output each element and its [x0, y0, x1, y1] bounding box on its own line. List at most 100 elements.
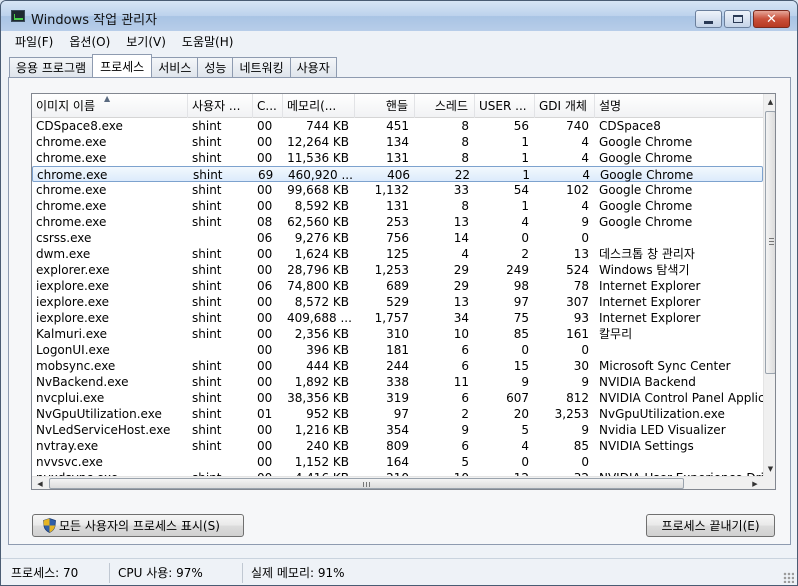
column-gdi-objects[interactable]: GDI 개체: [535, 94, 595, 118]
table-row[interactable]: chrome.exe shint 00 99,668 KB 1,132 33 54 102 Go…: [32, 182, 763, 198]
table-row[interactable]: iexplore.exe shint 06 74,800 KB 689 29 98 78 Int…: [32, 278, 763, 294]
cell-threads: 8: [461, 199, 469, 213]
cell-gdi-objects: 4: [581, 135, 589, 149]
table-row[interactable]: chrome.exe shint 00 8,592 KB 131 8 1 4 Google Ch…: [32, 198, 763, 214]
menu-options[interactable]: 옵션(O): [61, 33, 118, 50]
resize-grip-icon[interactable]: [783, 572, 794, 583]
scroll-up-icon[interactable]: ▲: [764, 94, 775, 109]
cell-threads: 33: [453, 183, 469, 197]
table-row[interactable]: LogonUI.exe 00 396 KB 181 6 0 0: [32, 342, 763, 358]
cell-user-objects: 98: [513, 279, 529, 293]
table-row[interactable]: nvcplui.exe shint 00 38,356 KB 319 6 607 812 NVI…: [32, 390, 763, 406]
cell-user-objects: 20: [513, 407, 529, 421]
cell-gdi-objects: 9: [581, 215, 589, 229]
cell-threads: 13: [453, 295, 469, 309]
cell-cpu: 00: [257, 183, 273, 197]
cell-cpu: 00: [257, 455, 273, 469]
cell-image-name: chrome.exe: [36, 135, 107, 149]
cell-memory: 396 KB: [306, 343, 349, 357]
vertical-scrollbar[interactable]: ▲ ▼: [763, 94, 775, 476]
cell-user-objects: 249: [506, 263, 529, 277]
cell-handles: 354: [386, 423, 409, 437]
column-memory[interactable]: 메모리(...: [283, 94, 355, 118]
table-row[interactable]: nvtray.exe shint 00 240 KB 809 6 4 85 NVIDIA Set…: [32, 438, 763, 454]
scroll-left-icon[interactable]: ◀: [32, 477, 48, 489]
column-handles[interactable]: 핸들: [355, 94, 415, 118]
cell-gdi-objects: 161: [566, 327, 589, 341]
table-row[interactable]: chrome.exe shint 69 460,920 ... 406 22 1 4 Googl…: [32, 166, 763, 182]
cell-cpu: 06: [257, 231, 273, 245]
cell-image-name: dwm.exe: [36, 247, 91, 261]
cell-user-name: shint: [192, 119, 222, 133]
cell-cpu: 00: [257, 439, 273, 453]
table-row[interactable]: chrome.exe shint 00 11,536 KB 131 8 1 4 Google C…: [32, 150, 763, 166]
tab-processes[interactable]: 프로세스: [92, 54, 153, 77]
column-user-objects[interactable]: USER ...: [475, 94, 535, 118]
cell-description: 데스크톱 창 관리자: [599, 247, 695, 261]
status-bar: 프로세스: 70 CPU 사용: 97% 실제 메모리: 91%: [1, 558, 797, 585]
horizontal-scrollbar[interactable]: ◀ ▶: [32, 476, 763, 489]
vertical-scroll-thumb[interactable]: [765, 111, 775, 374]
cell-gdi-objects: 13: [573, 247, 589, 261]
table-row[interactable]: iexplore.exe shint 00 409,688 ... 1,757 34 75 9…: [32, 310, 763, 326]
cell-threads: 8: [461, 151, 469, 165]
tab-performance[interactable]: 성능: [197, 57, 234, 77]
column-cpu[interactable]: C...: [253, 94, 283, 118]
table-row[interactable]: nvvsvc.exe 00 1,152 KB 164 5 0 0: [32, 454, 763, 470]
scroll-right-icon[interactable]: ▶: [747, 477, 763, 489]
table-row[interactable]: explorer.exe shint 00 28,796 KB 1,253 29 249 52…: [32, 262, 763, 278]
cell-description: Internet Explorer: [599, 295, 701, 309]
table-row[interactable]: chrome.exe shint 00 12,264 KB 134 8 1 4 Google C…: [32, 134, 763, 150]
scroll-down-icon[interactable]: ▼: [764, 461, 775, 476]
cell-gdi-objects: 0: [581, 343, 589, 357]
cell-image-name: chrome.exe: [36, 199, 107, 213]
cell-user-objects: 1: [521, 135, 529, 149]
table-row[interactable]: dwm.exe shint 00 1,624 KB 125 4 2 13 데스크톱 창 관리자: [32, 246, 763, 262]
table-row[interactable]: NvBackend.exe shint 00 1,892 KB 338 11 9 9 NVIDI…: [32, 374, 763, 390]
cell-threads: 34: [453, 311, 469, 325]
window-title: Windows 작업 관리자: [31, 13, 158, 28]
cell-threads: 29: [453, 263, 469, 277]
horizontal-scroll-thumb[interactable]: [49, 478, 684, 489]
end-process-button[interactable]: 프로세스 끝내기(E): [646, 514, 775, 537]
cell-user-name: shint: [192, 359, 222, 373]
cell-user-name: shint: [192, 407, 222, 421]
cell-image-name: iexplore.exe: [36, 279, 110, 293]
table-row[interactable]: NvGpuUtilization.exe shint 01 952 KB 97 2 20 3,…: [32, 406, 763, 422]
tab-users[interactable]: 사용자: [289, 57, 337, 77]
column-description[interactable]: 설명: [595, 94, 763, 118]
column-threads[interactable]: 스레드: [415, 94, 475, 118]
cell-cpu: 00: [257, 263, 273, 277]
column-user-name[interactable]: 사용자 ...: [188, 94, 253, 118]
table-row[interactable]: csrss.exe 06 9,276 KB 756 14 0 0: [32, 230, 763, 246]
tab-applications[interactable]: 응용 프로그램: [9, 57, 94, 77]
tab-networking[interactable]: 네트워킹: [232, 57, 291, 77]
cell-memory: 240 KB: [306, 439, 349, 453]
table-row[interactable]: iexplore.exe shint 00 8,572 KB 529 13 97 307 Int…: [32, 294, 763, 310]
cell-description: Nvidia LED Visualizer: [599, 423, 726, 437]
table-row[interactable]: NvLedServiceHost.exe shint 00 1,216 KB 354 9 5…: [32, 422, 763, 438]
cell-image-name: chrome.exe: [36, 183, 107, 197]
table-row[interactable]: Kalmuri.exe shint 00 2,356 KB 310 10 85 161 칼무리: [32, 326, 763, 342]
close-button[interactable]: ✕: [753, 10, 790, 28]
title-bar[interactable]: Windows 작업 관리자 ✕: [1, 1, 797, 31]
menu-file[interactable]: 파일(F): [7, 33, 61, 50]
minimize-button[interactable]: [695, 10, 722, 28]
menu-help[interactable]: 도움말(H): [174, 33, 242, 50]
cell-threads: 4: [461, 247, 469, 261]
cell-handles: 319: [386, 391, 409, 405]
process-list[interactable]: 이미지 이름 ▲ 사용자 ... C... 메모리(... 핸들 스레드 USE…: [31, 93, 776, 490]
cell-gdi-objects: 93: [573, 311, 589, 325]
cell-user-name: [188, 230, 253, 246]
tab-services[interactable]: 서비스: [151, 57, 199, 77]
cell-cpu: 00: [257, 119, 273, 133]
table-row[interactable]: mobsync.exe shint 00 444 KB 244 6 15 30 Microsof…: [32, 358, 763, 374]
cell-description: [595, 454, 763, 470]
table-row[interactable]: chrome.exe shint 08 62,560 KB 253 13 4 9 Google …: [32, 214, 763, 230]
table-row[interactable]: CDSpace8.exe shint 00 744 KB 451 8 56 740 CDSpac…: [32, 118, 763, 134]
show-all-users-processes-button[interactable]: 모든 사용자의 프로세스 표시(S): [32, 514, 244, 537]
maximize-button[interactable]: [724, 10, 751, 28]
cell-user-name: shint: [192, 215, 222, 229]
cell-user-objects: 1: [521, 151, 529, 165]
menu-view[interactable]: 보기(V): [118, 33, 174, 50]
